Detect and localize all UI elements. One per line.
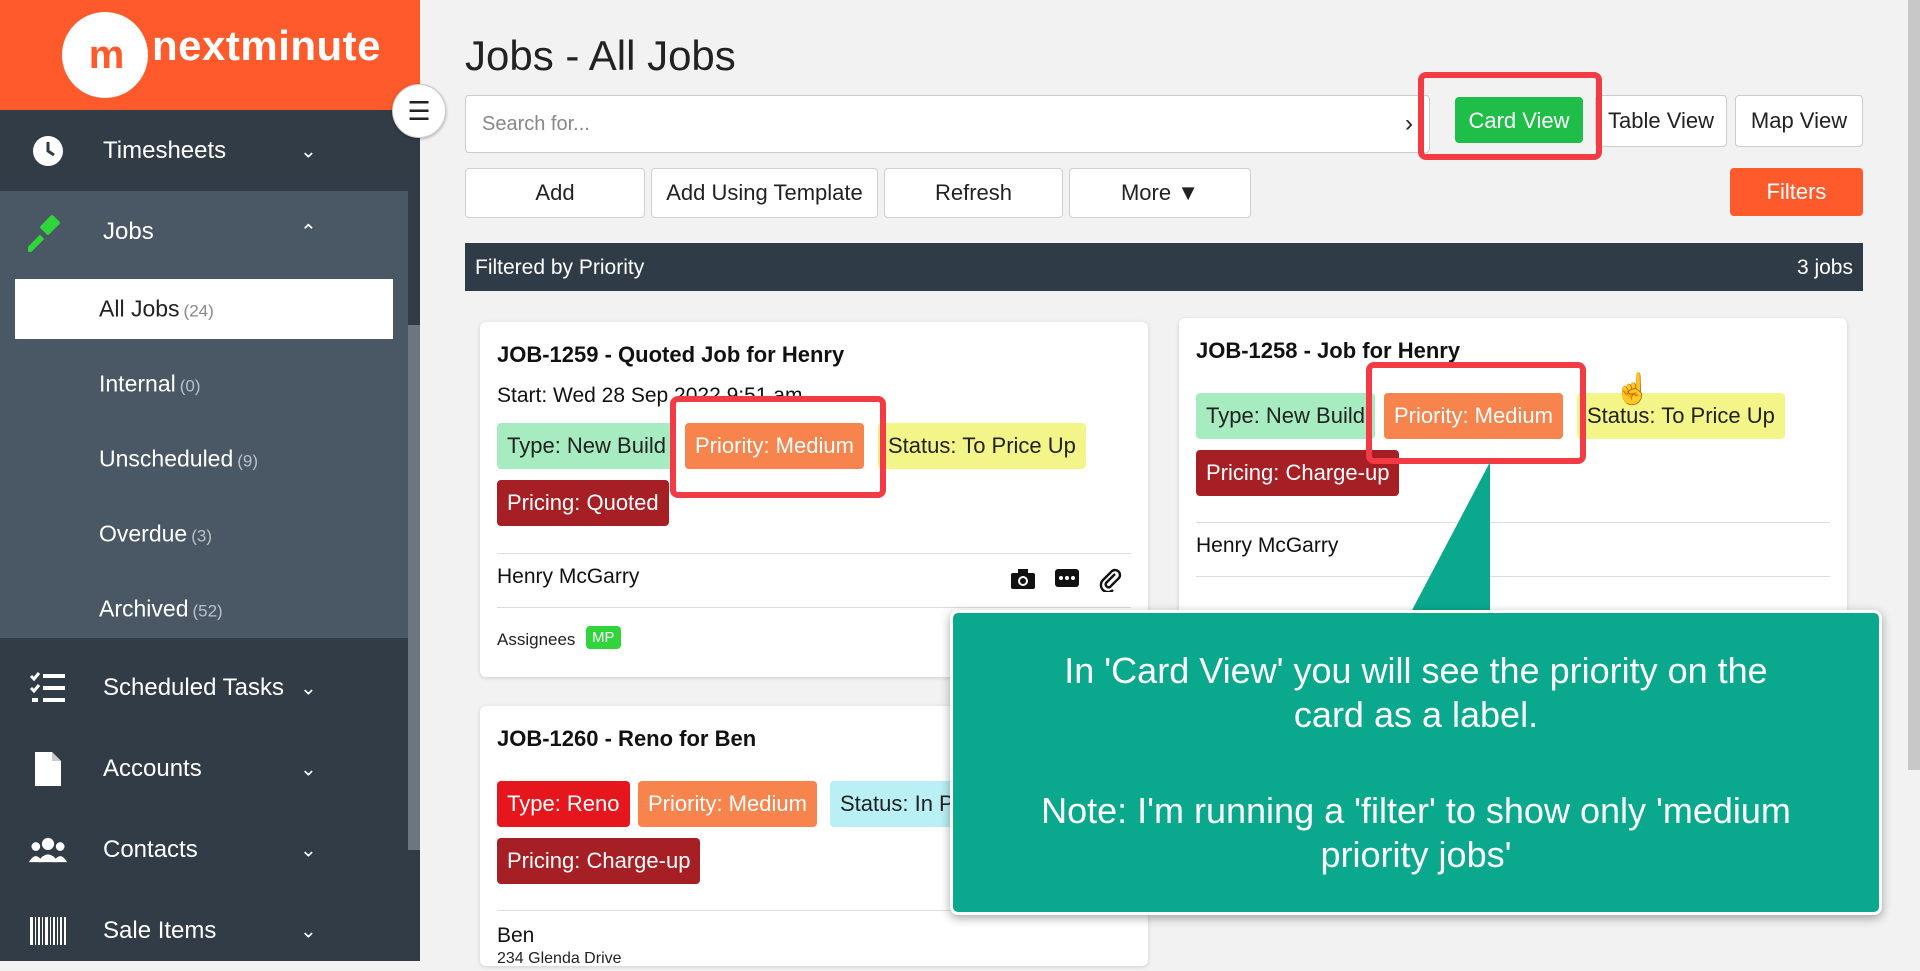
client-address: 234 Glenda Drive [497,950,622,967]
divider [497,553,1131,554]
map-view-button[interactable]: Map View [1735,95,1863,147]
sidebar-item-label: Scheduled Tasks [103,673,285,701]
hamburger-icon: ☰ [407,95,431,126]
client-name: Ben [497,924,535,947]
comments-icon[interactable] [1054,568,1080,596]
sidebar-item-label: Accounts [103,754,202,782]
client-name: Henry McGarry [497,565,640,588]
attachment-icon[interactable] [1098,568,1122,598]
logo-mark: m [62,12,148,98]
sidebar-item-label: Sale Items [103,916,217,944]
subitem-count: (24) [183,301,214,321]
card-view-highlight [1418,72,1602,160]
hand-cursor-icon: ☝ [1614,373,1652,406]
search-placeholder: Search for... [482,113,590,135]
subitem-label: All Jobs [99,295,180,322]
divider [1196,522,1830,523]
page-scrollbar[interactable] [1908,0,1920,770]
job-title[interactable]: JOB-1258 - Job for Henry [1196,338,1460,364]
sidebar-subitem-all-jobs[interactable]: All Jobs (24) [15,279,393,339]
add-using-template-button[interactable]: Add Using Template [651,168,878,218]
sidebar-item-timesheets[interactable]: Timesheets ⌄ [0,110,408,191]
users-icon [28,830,68,870]
sidebar-item-label: Timesheets [103,136,227,164]
sidebar-item-label: Contacts [103,835,198,863]
priority-highlight [1366,362,1586,464]
subitem-count: (3) [191,526,212,546]
filters-button[interactable]: Filters [1730,168,1863,216]
subitem-count: (0) [179,376,201,396]
subitem-count: (9) [237,451,259,471]
sidebar-item-jobs[interactable]: Jobs ⌃ [0,191,408,272]
clear-icon[interactable]: › [1405,96,1413,152]
callout-pointer [1410,462,1490,614]
checklist-icon [28,668,68,708]
divider [497,607,1131,608]
logo-bar: m nextminute [0,0,420,110]
sidebar-item-scheduled-tasks[interactable]: Scheduled Tasks ⌄ [0,647,408,728]
tutorial-callout: In 'Card View' you will see the priority… [950,610,1882,915]
sidebar-subitem-overdue[interactable]: Overdue (3) [0,504,408,564]
priority-tag: Priority: Medium [638,781,817,827]
status-tag: Status: To Price Up [878,423,1086,469]
subitem-label: Internal [99,370,176,397]
sidebar-subitem-archived[interactable]: Archived (52) [0,579,408,639]
barcode-icon [28,911,68,951]
chevron-down-icon: ⌄ [300,920,317,942]
logo-text: nextminute [152,22,382,69]
type-tag: Type: Reno [497,781,630,827]
clock-icon [28,131,68,171]
chevron-down-icon: ⌄ [300,677,317,699]
gavel-icon [28,212,68,252]
camera-icon[interactable] [1010,568,1036,596]
more-button[interactable]: More ▼ [1069,168,1251,218]
client-name: Henry McGarry [1196,534,1339,557]
filter-label: Filtered by Priority [475,256,645,279]
status-tag: Status: To Price Up [1577,393,1785,439]
sidebar-scrollbar[interactable] [408,325,420,850]
type-tag: Type: New Build [497,423,676,469]
chevron-down-icon: ⌄ [300,839,317,861]
divider [1196,576,1830,577]
sidebar: m nextminute Timesheets ⌄ Jobs ⌃ All Job… [0,0,420,961]
sidebar-item-contacts[interactable]: Contacts ⌄ [0,809,408,890]
sidebar-item-sale-items[interactable]: Sale Items ⌄ [0,890,408,971]
add-button[interactable]: Add [465,168,645,218]
sidebar-item-label: Jobs [103,217,154,245]
page-title: Jobs - All Jobs [465,32,736,79]
job-title[interactable]: JOB-1259 - Quoted Job for Henry [497,342,844,368]
search-input[interactable]: Search for... › [465,95,1430,153]
sidebar-subitem-unscheduled[interactable]: Unscheduled (9) [0,429,408,489]
subitem-label: Overdue [99,520,188,547]
job-title[interactable]: JOB-1260 - Reno for Ben [497,726,756,752]
assignee-badge[interactable]: MP [586,626,621,649]
file-icon [28,749,68,789]
assignees-label: Assignees [497,630,576,649]
sidebar-item-accounts[interactable]: Accounts ⌄ [0,728,408,809]
subitem-label: Archived [99,595,189,622]
job-count: 3 jobs [1796,256,1853,279]
type-tag: Type: New Build [1196,393,1375,439]
pricing-tag: Pricing: Charge-up [497,838,701,884]
priority-highlight [670,396,886,498]
subitem-count: (52) [192,601,223,621]
chevron-down-icon: ⌄ [300,758,317,780]
refresh-button[interactable]: Refresh [884,168,1063,218]
sidebar-subitem-internal[interactable]: Internal (0) [0,354,408,414]
sidebar-toggle-button[interactable]: ☰ [392,84,446,138]
filter-bar: Filtered by Priority 3 jobs [465,243,1863,291]
chevron-down-icon: ⌄ [300,140,317,162]
callout-text-2: Note: I'm running a 'filter' to show onl… [1041,790,1791,875]
table-view-button[interactable]: Table View [1595,95,1727,147]
pricing-tag: Pricing: Quoted [497,480,669,526]
subitem-label: Unscheduled [99,445,234,472]
callout-text-1: In 'Card View' you will see the priority… [1064,650,1768,735]
chevron-up-icon: ⌃ [300,221,317,243]
